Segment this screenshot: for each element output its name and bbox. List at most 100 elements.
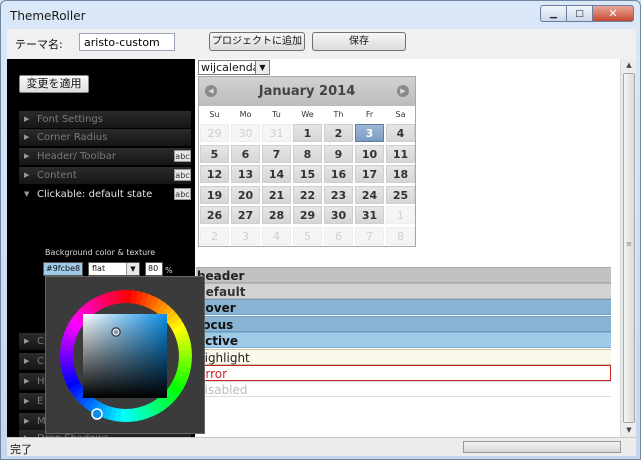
- texture-value: flat: [92, 264, 106, 273]
- calendar-day[interactable]: 9: [324, 144, 353, 163]
- state-disabled: disabled: [196, 381, 611, 397]
- font-preview-icon[interactable]: abc: [174, 188, 191, 200]
- calendar-day[interactable]: 17: [355, 165, 384, 183]
- chevron-right-icon: ▶: [24, 430, 29, 437]
- theme-name-input[interactable]: [79, 33, 175, 51]
- save-button[interactable]: 保存: [312, 32, 406, 51]
- apply-changes-button[interactable]: 変更を適用: [19, 75, 89, 93]
- calendar-day[interactable]: 3: [231, 226, 260, 245]
- calendar-day[interactable]: 19: [200, 185, 229, 204]
- calendar-day[interactable]: 6: [324, 226, 353, 245]
- preview-pane: wijcalendar ▼ ◀ January 2014 ▶ Su Mo Tu We T…: [195, 59, 636, 437]
- font-preview-icon[interactable]: abc: [174, 150, 191, 162]
- chevron-down-icon: ▼: [24, 190, 30, 198]
- chevron-right-icon: ▶: [24, 133, 30, 141]
- calendar-day[interactable]: 5: [293, 226, 322, 245]
- sidebar-item-partial[interactable]: ▶ C: [19, 353, 45, 370]
- sidebar-item-label: Font Settings: [37, 114, 103, 125]
- chevron-right-icon: ▶: [24, 357, 30, 365]
- sidebar-item[interactable]: ▼ Clickable: default state abc: [19, 186, 191, 203]
- day-of-week: We: [301, 110, 314, 119]
- calendar-day[interactable]: 23: [324, 185, 353, 204]
- state-error: error: [196, 365, 611, 381]
- calendar-day[interactable]: 13: [231, 165, 260, 183]
- calendar-day[interactable]: 25: [386, 185, 415, 204]
- status-text: 完了: [10, 443, 32, 456]
- calendar-day[interactable]: 11: [386, 144, 415, 163]
- texture-opacity-input[interactable]: 80: [145, 262, 163, 276]
- calendar-day[interactable]: 5: [200, 144, 229, 163]
- scroll-up-icon[interactable]: ▲: [621, 59, 637, 72]
- state-hover: hover: [196, 299, 611, 315]
- chevron-right-icon: ▶: [24, 397, 30, 405]
- close-button[interactable]: ✕: [592, 5, 634, 22]
- sidebar-item-label: H: [37, 376, 45, 387]
- day-of-week: Tu: [272, 110, 281, 119]
- calendar-day[interactable]: 16: [324, 165, 353, 183]
- hue-handle[interactable]: [91, 408, 103, 420]
- maximize-button[interactable]: □: [566, 5, 592, 22]
- calendar-day[interactable]: 1: [293, 124, 322, 142]
- sidebar-item[interactable]: ▶ Font Settings: [19, 111, 191, 128]
- calendar-day[interactable]: 8: [293, 144, 322, 163]
- sidebar-item[interactable]: ▶ Header/ Toolbar abc: [19, 148, 191, 165]
- sidebar-item-label: C: [37, 336, 44, 347]
- calendar-day[interactable]: 20: [231, 185, 260, 204]
- calendar-day[interactable]: 30: [231, 124, 260, 142]
- calendar-day[interactable]: 6: [231, 144, 260, 163]
- state-focus: focus: [196, 316, 611, 332]
- sidebar-item[interactable]: ▶ Content abc: [19, 167, 191, 184]
- scroll-down-icon[interactable]: ▼: [621, 424, 637, 437]
- scroll-thumb[interactable]: ≡: [623, 73, 635, 423]
- add-to-project-button[interactable]: プロジェクトに追加: [209, 32, 305, 51]
- minimize-button[interactable]: ▁: [540, 5, 566, 22]
- calendar-day[interactable]: 8: [386, 226, 415, 245]
- color-picker-popup[interactable]: [45, 276, 205, 434]
- sidebar-item-partial[interactable]: ▶ E: [19, 393, 45, 410]
- calendar-day[interactable]: 29: [200, 124, 229, 142]
- chevron-right-icon: ▶: [24, 377, 30, 385]
- sidebar-item-label: C: [37, 356, 44, 367]
- color-wheel[interactable]: [46, 277, 206, 435]
- calendar-day[interactable]: 18: [386, 165, 415, 183]
- calendar-day[interactable]: 31: [262, 124, 291, 142]
- calendar-day[interactable]: 22: [293, 185, 322, 204]
- calendar-day[interactable]: 21: [262, 185, 291, 204]
- sidebar-item-label: Content: [37, 170, 77, 181]
- calendar-day[interactable]: 15: [293, 165, 322, 183]
- calendar-day[interactable]: 30: [324, 206, 353, 224]
- calendar-day[interactable]: 28: [262, 206, 291, 224]
- calendar-day[interactable]: 26: [200, 206, 229, 224]
- day-of-week: Fr: [365, 110, 374, 119]
- calendar-day[interactable]: 2: [200, 226, 229, 245]
- sidebar-item[interactable]: ▶ Corner Radius: [19, 129, 191, 146]
- calendar-day[interactable]: 10: [355, 144, 384, 163]
- sidebar-item-partial[interactable]: ▶ C: [19, 333, 45, 350]
- day-of-week: Sa: [395, 110, 406, 119]
- sidebar-item-partial[interactable]: ▶ M: [19, 413, 46, 430]
- font-preview-icon[interactable]: abc: [174, 169, 191, 181]
- background-color-input[interactable]: #9fcbe8: [43, 262, 83, 276]
- calendar-day[interactable]: 31: [355, 206, 384, 224]
- calendar-day[interactable]: 4: [262, 226, 291, 245]
- calendar-day[interactable]: 4: [386, 124, 415, 142]
- calendar-day[interactable]: 27: [231, 206, 260, 224]
- calendar-day[interactable]: 1: [386, 206, 415, 224]
- calendar-day-today[interactable]: 3: [355, 124, 384, 142]
- calendar-day[interactable]: 29: [293, 206, 322, 224]
- calendar-day[interactable]: 24: [355, 185, 384, 204]
- calendar-day[interactable]: 7: [355, 226, 384, 245]
- calendar-day[interactable]: 14: [262, 165, 291, 183]
- calendar-day[interactable]: 7: [262, 144, 291, 163]
- title-bar[interactable]: ThemeRoller ▁ □ ✕: [1, 1, 640, 29]
- texture-select[interactable]: flat ▼: [88, 262, 140, 276]
- next-month-icon[interactable]: ▶: [397, 85, 409, 97]
- sidebar-item-partial[interactable]: ▶ H: [19, 373, 45, 390]
- day-of-week: Th: [333, 110, 344, 119]
- window-title: ThemeRoller: [10, 9, 86, 23]
- vertical-scrollbar[interactable]: ▲ ≡ ▼: [620, 59, 636, 437]
- day-of-week: Mo: [239, 110, 252, 119]
- widget-select[interactable]: wijcalendar ▼: [198, 60, 270, 75]
- calendar-day[interactable]: 12: [200, 165, 229, 183]
- calendar-day[interactable]: 2: [324, 124, 353, 142]
